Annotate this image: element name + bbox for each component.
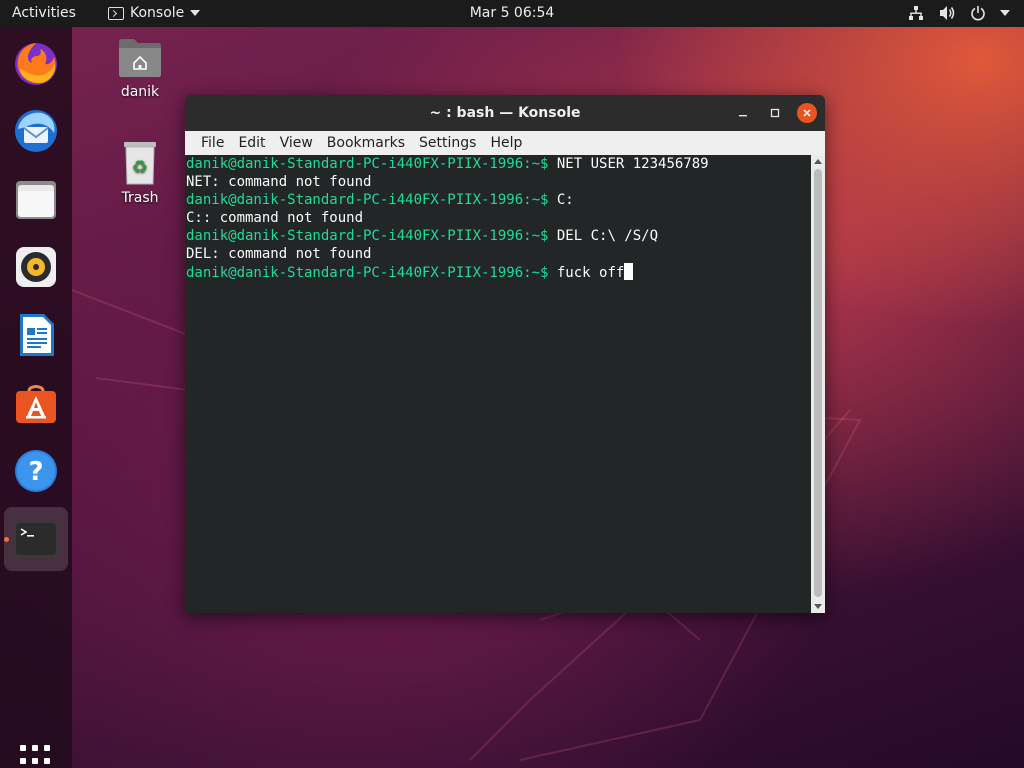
help-icon: ? xyxy=(15,450,57,492)
dock-item-software[interactable] xyxy=(8,375,64,431)
dock-item-help[interactable]: ? xyxy=(8,443,64,499)
power-icon xyxy=(969,4,987,22)
desktop-home-folder[interactable]: danik xyxy=(100,36,180,100)
clock[interactable]: Mar 5 06:54 xyxy=(470,5,555,21)
scrollbar-thumb[interactable] xyxy=(814,169,822,597)
terminal-prompt: danik@danik-Standard-PC-i440FX-PIIX-1996… xyxy=(186,192,549,208)
terminal-command: C: xyxy=(548,192,574,208)
firefox-icon xyxy=(15,43,57,85)
volume-icon xyxy=(938,4,956,22)
activities-button[interactable]: Activities xyxy=(12,5,76,21)
desktop-trash[interactable]: ♻ Trash xyxy=(100,140,180,206)
libreoffice-writer-icon xyxy=(20,314,54,356)
menu-settings[interactable]: Settings xyxy=(412,135,483,151)
close-icon xyxy=(803,109,811,117)
close-button[interactable] xyxy=(797,103,817,123)
terminal-prompt: danik@danik-Standard-PC-i440FX-PIIX-1996… xyxy=(186,265,549,281)
terminal-command: fuck off xyxy=(548,265,625,281)
scroll-up-arrow[interactable] xyxy=(814,159,822,164)
konsole-window: ~ : bash — Konsole File Edit View Bookma… xyxy=(185,95,825,613)
terminal-line: NET: command not found xyxy=(186,173,811,191)
dock-item-thunderbird[interactable] xyxy=(8,103,64,159)
rhythmbox-icon xyxy=(16,247,56,287)
minimize-icon xyxy=(739,115,747,117)
dock-item-firefox[interactable] xyxy=(8,35,64,91)
app-menu-label: Konsole xyxy=(130,5,185,21)
chevron-down-icon xyxy=(1000,10,1010,16)
terminal-output-text: NET: command not found xyxy=(186,174,372,190)
scroll-down-arrow[interactable] xyxy=(814,604,822,609)
desktop-home-label: danik xyxy=(120,84,160,100)
dock-item-rhythmbox[interactable] xyxy=(8,239,64,295)
terminal-line: danik@danik-Standard-PC-i440FX-PIIX-1996… xyxy=(186,191,811,209)
maximize-button[interactable] xyxy=(765,103,785,123)
dock-item-writer[interactable] xyxy=(8,307,64,363)
terminal-line: danik@danik-Standard-PC-i440FX-PIIX-1996… xyxy=(186,227,811,245)
terminal-output-text: C:: command not found xyxy=(186,210,364,226)
window-title: ~ : bash — Konsole xyxy=(429,105,581,121)
menu-file[interactable]: File xyxy=(194,135,231,151)
terminal-scrollbar[interactable] xyxy=(811,155,825,613)
desktop-trash-label: Trash xyxy=(121,190,159,206)
terminal-output-text: DEL: command not found xyxy=(186,246,372,262)
terminal-command: NET USER 123456789 xyxy=(548,156,709,172)
thunderbird-icon xyxy=(15,110,57,152)
terminal-icon xyxy=(108,6,124,20)
menu-view[interactable]: View xyxy=(273,135,320,151)
network-icon xyxy=(907,4,925,22)
home-folder-icon xyxy=(119,39,161,77)
terminal-line: C:: command not found xyxy=(186,209,811,227)
app-menu[interactable]: Konsole xyxy=(108,5,201,21)
terminal-icon xyxy=(14,521,58,557)
menu-bar: File Edit View Bookmarks Settings Help xyxy=(185,131,825,155)
svg-text:?: ? xyxy=(28,457,43,487)
terminal-prompt: danik@danik-Standard-PC-i440FX-PIIX-1996… xyxy=(186,156,549,172)
terminal-prompt: danik@danik-Standard-PC-i440FX-PIIX-1996… xyxy=(186,228,549,244)
terminal-line: DEL: command not found xyxy=(186,245,811,263)
chevron-down-icon xyxy=(190,10,201,16)
menu-edit[interactable]: Edit xyxy=(231,135,272,151)
system-tray[interactable] xyxy=(907,4,1010,22)
dock-item-terminal[interactable] xyxy=(4,507,68,571)
minimize-button[interactable] xyxy=(733,103,753,123)
dock: ? xyxy=(0,27,72,768)
maximize-icon xyxy=(770,108,780,118)
terminal-command: DEL C:\ /S/Q xyxy=(548,228,659,244)
menu-bookmarks[interactable]: Bookmarks xyxy=(320,135,412,151)
menu-help[interactable]: Help xyxy=(483,135,529,151)
terminal-output[interactable]: danik@danik-Standard-PC-i440FX-PIIX-1996… xyxy=(185,155,811,613)
top-bar: Activities Konsole Mar 5 06:54 xyxy=(0,0,1024,27)
svg-text:♻: ♻ xyxy=(132,157,148,178)
terminal-cursor xyxy=(624,263,634,280)
software-icon xyxy=(16,385,56,423)
terminal-line: danik@danik-Standard-PC-i440FX-PIIX-1996… xyxy=(186,263,811,282)
trash-icon: ♻ xyxy=(124,142,156,185)
files-icon xyxy=(16,181,56,219)
show-applications-button[interactable] xyxy=(20,745,52,768)
terminal-line: danik@danik-Standard-PC-i440FX-PIIX-1996… xyxy=(186,155,811,173)
dock-item-files[interactable] xyxy=(8,171,64,227)
window-titlebar[interactable]: ~ : bash — Konsole xyxy=(185,95,825,131)
